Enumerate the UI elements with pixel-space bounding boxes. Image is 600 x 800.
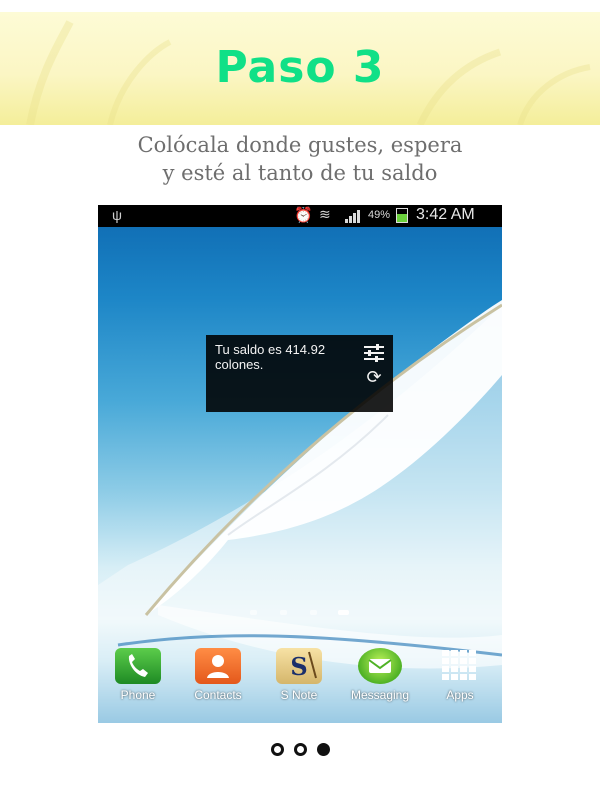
usb-icon: ψ	[112, 207, 122, 223]
balance-text: Tu saldo es 414.92 colones.	[215, 342, 326, 372]
dock-app-phone[interactable]: Phone	[103, 648, 173, 708]
snote-icon: S	[276, 648, 322, 684]
wifi-icon: ≋	[319, 206, 331, 222]
balance-widget[interactable]: Tu saldo es 414.92 colones. ⟳	[206, 335, 393, 412]
signal-icon	[345, 209, 365, 223]
refresh-icon[interactable]: ⟳	[364, 367, 384, 387]
app-dock: Phone Contacts S S Note Messaging Apps	[98, 648, 502, 708]
apps-grid-icon	[437, 648, 483, 684]
status-time: 3:42 AM	[416, 206, 475, 223]
page-dot-active	[338, 610, 349, 615]
sliders-icon[interactable]	[363, 343, 385, 363]
dock-app-label: S Note	[280, 688, 318, 702]
carousel-dot-1[interactable]	[270, 743, 284, 756]
page-title: Paso 3	[215, 42, 385, 93]
contacts-icon	[195, 648, 241, 684]
status-bar: ψ ⏰ ≋ 49% 3:42 AM	[98, 205, 502, 227]
battery-charging-icon	[396, 208, 408, 223]
home-page-indicator	[248, 610, 358, 618]
messaging-icon	[358, 648, 402, 684]
dock-app-label: Phone	[120, 688, 156, 702]
dock-app-label: Contacts	[194, 688, 242, 702]
feather-wallpaper	[98, 300, 502, 723]
phone-icon	[115, 648, 161, 684]
alarm-icon: ⏰	[294, 207, 313, 224]
page-dot	[250, 610, 257, 615]
dock-app-apps[interactable]: Apps	[425, 648, 495, 708]
dock-app-messaging[interactable]: Messaging	[345, 648, 415, 708]
dock-app-contacts[interactable]: Contacts	[183, 648, 253, 708]
step-description: Colócala donde gustes, espera y esté al …	[0, 131, 600, 187]
page-dot	[310, 610, 317, 615]
svg-text:S: S	[290, 652, 307, 681]
dock-app-snote[interactable]: S S Note	[264, 648, 334, 708]
dock-app-label: Apps	[446, 688, 474, 702]
carousel-dot-3-active[interactable]	[316, 743, 330, 756]
carousel-indicator	[0, 743, 600, 759]
phone-screenshot: ψ ⏰ ≋ 49% 3:42 AM Tu saldo es 414.92 col…	[98, 205, 502, 723]
dock-app-label: Messaging	[350, 688, 410, 702]
header-banner: Paso 3	[0, 12, 600, 125]
page-dot	[280, 610, 287, 615]
step-description-line-2: y esté al tanto de tu saldo	[162, 161, 438, 185]
battery-percent: 49%	[368, 209, 391, 221]
carousel-dot-2[interactable]	[293, 743, 307, 756]
step-description-line-1: Colócala donde gustes, espera	[137, 133, 463, 157]
